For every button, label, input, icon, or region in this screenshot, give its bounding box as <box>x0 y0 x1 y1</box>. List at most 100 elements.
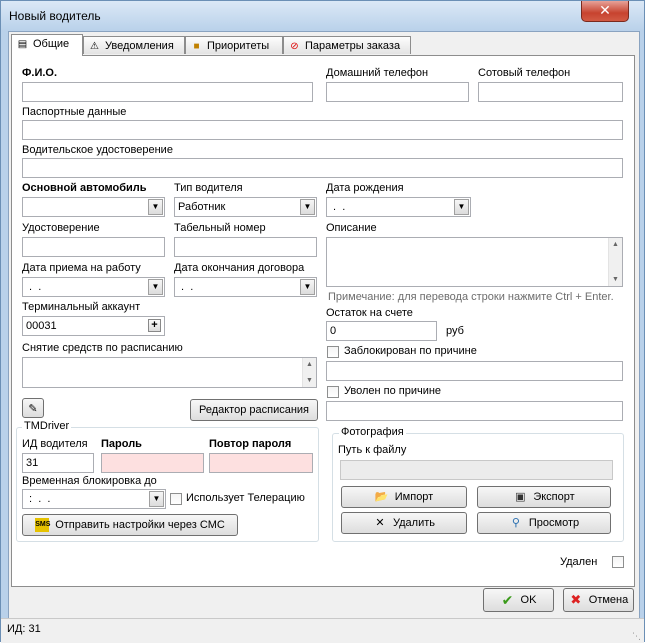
license-input[interactable] <box>22 158 623 178</box>
card-icon: ▤ <box>17 38 28 50</box>
repeat-password-input[interactable] <box>209 453 313 473</box>
photo-group-label: Фотография <box>339 426 406 438</box>
telemetry-label: Использует Телерацию <box>186 492 305 504</box>
contract-end-picker[interactable]: . . ▼ <box>174 277 317 297</box>
view-label: Просмотр <box>528 517 580 529</box>
balance-input[interactable]: 0 <box>326 321 437 341</box>
ok-label: OK <box>520 594 537 606</box>
tab-number-input[interactable] <box>174 237 317 257</box>
scroll-up-icon[interactable]: ▲ <box>609 238 622 251</box>
cell-phone-input[interactable] <box>478 82 623 102</box>
delete-button[interactable]: ✕ Удалить <box>341 512 467 534</box>
client-area: ▤ Общие ⚠ Уведомления ■ Приоритеты ⊘ Парамет… <box>8 31 640 637</box>
birth-date-picker[interactable]: . . ▼ <box>326 197 471 217</box>
import-button[interactable]: 📂 Импорт <box>341 486 467 508</box>
scroll-down-icon[interactable]: ▼ <box>303 374 316 387</box>
view-button[interactable]: ⚲ Просмотр <box>477 512 611 534</box>
cancel-button[interactable]: ✖ Отмена <box>563 588 634 612</box>
chevron-down-icon[interactable]: ▼ <box>148 279 163 295</box>
chevron-down-icon[interactable]: ▼ <box>148 199 163 215</box>
passport-input[interactable] <box>22 120 623 140</box>
fired-checkbox[interactable] <box>327 386 339 398</box>
tab-number-label: Табельный номер <box>174 222 266 234</box>
driver-id-label: ИД водителя <box>22 438 88 450</box>
cancel-label: Отмена <box>588 594 629 606</box>
cell-phone-label: Сотовый телефон <box>478 67 571 79</box>
driver-id-value: 31 <box>26 457 39 469</box>
scrollbar[interactable]: ▲ ▼ <box>608 238 622 286</box>
no-smoking-icon: ⊘ <box>290 40 299 52</box>
chevron-down-icon[interactable]: ▼ <box>454 199 469 215</box>
balance-value: 0 <box>330 325 337 337</box>
path-input[interactable] <box>340 460 613 480</box>
driver-type-select[interactable]: Работник ▼ <box>174 197 317 217</box>
tab-priorities[interactable]: ■ Приоритеты <box>185 36 283 54</box>
contract-end-value: . . <box>178 281 194 293</box>
description-textarea[interactable]: ▲ ▼ <box>326 237 623 287</box>
scroll-down-icon[interactable]: ▼ <box>609 273 622 286</box>
deleted-label: Удален <box>560 556 598 568</box>
blocked-reason-input[interactable] <box>326 361 623 381</box>
tab-label: Приоритеты <box>207 40 270 52</box>
fio-label: Ф.И.О. <box>22 67 58 79</box>
description-note: Примечание: для перевода строки нажмите … <box>328 291 614 303</box>
contract-end-label: Дата окончания договора <box>174 262 305 274</box>
scroll-up-icon[interactable]: ▲ <box>303 358 316 371</box>
path-label: Путь к файлу <box>338 444 407 456</box>
x-icon: ✕ <box>375 517 385 530</box>
export-button[interactable]: ▣ Экспорт <box>477 486 611 508</box>
priority-icon: ■ <box>193 40 200 52</box>
resize-grip-icon[interactable]: ⋱ <box>632 631 642 641</box>
scheduled-withdrawal-textarea[interactable]: ▲ ▼ <box>22 357 317 388</box>
driver-type-label: Тип водителя <box>174 182 243 194</box>
folder-open-icon: 📂 <box>374 491 389 504</box>
blocked-checkbox[interactable] <box>327 346 339 358</box>
birth-date-label: Дата рождения <box>326 182 404 194</box>
fio-input[interactable] <box>22 82 313 102</box>
deleted-checkbox[interactable] <box>612 556 624 568</box>
tab-order-params[interactable]: ⊘ Параметры заказа <box>283 36 411 54</box>
tab-label: Параметры заказа <box>305 40 401 52</box>
terminal-account-input[interactable]: 00031 + <box>22 316 165 336</box>
balance-label: Остаток на счете <box>326 307 413 319</box>
ok-button[interactable]: ✔ OK <box>483 588 554 612</box>
main-car-label: Основной автомобиль <box>22 182 147 194</box>
chevron-down-icon[interactable]: ▼ <box>149 491 164 507</box>
home-phone-input[interactable] <box>326 82 469 102</box>
chevron-down-icon[interactable]: ▼ <box>300 279 315 295</box>
scheduled-withdrawal-label: Снятие средств по расписанию <box>22 342 183 354</box>
password-input[interactable] <box>101 453 204 473</box>
terminal-account-label: Терминальный аккаунт <box>22 301 141 313</box>
plus-icon[interactable]: + <box>148 319 161 332</box>
import-label: Импорт <box>394 491 434 503</box>
tab-notifications[interactable]: ⚠ Уведомления <box>83 36 185 54</box>
certificate-label: Удостоверение <box>22 222 100 234</box>
driver-id-input[interactable]: 31 <box>22 453 94 473</box>
temp-block-picker[interactable]: : . . ▼ <box>22 489 166 509</box>
certificate-input[interactable] <box>22 237 165 257</box>
pencil-icon: ✎ <box>28 403 38 415</box>
window-title: Новый водитель <box>9 9 101 23</box>
title-bar: Новый водитель ✕ <box>1 1 644 31</box>
birth-date-value: . . <box>330 201 346 213</box>
hire-date-picker[interactable]: . . ▼ <box>22 277 165 297</box>
password-label: Пароль <box>101 438 142 450</box>
dialog-window: Новый водитель ✕ ▤ Общие ⚠ Уведомления ■ Пр… <box>0 0 645 643</box>
tab-general[interactable]: ▤ Общие <box>11 34 83 56</box>
chevron-down-icon[interactable]: ▼ <box>300 199 315 215</box>
fired-reason-input[interactable] <box>326 401 623 421</box>
scrollbar[interactable]: ▲ ▼ <box>302 358 316 387</box>
telemetry-checkbox[interactable] <box>170 493 182 505</box>
blocked-label: Заблокирован по причине <box>344 345 477 357</box>
send-sms-button[interactable]: SMS Отправить настройки через СМС <box>22 514 238 536</box>
floppy-disk-icon: ▣ <box>515 491 526 504</box>
currency-label: руб <box>446 325 464 337</box>
main-car-select[interactable]: ▼ <box>22 197 165 217</box>
tmdriver-group-label: TMDriver <box>22 420 72 432</box>
warning-icon: ⚠ <box>90 40 99 52</box>
close-button[interactable]: ✕ <box>581 1 629 22</box>
edit-schedule-icon-button[interactable]: ✎ <box>22 398 44 418</box>
magnifier-icon: ⚲ <box>511 517 520 530</box>
temp-block-label: Временная блокировка до <box>22 475 157 487</box>
schedule-editor-button[interactable]: Редактор расписания <box>190 399 318 421</box>
